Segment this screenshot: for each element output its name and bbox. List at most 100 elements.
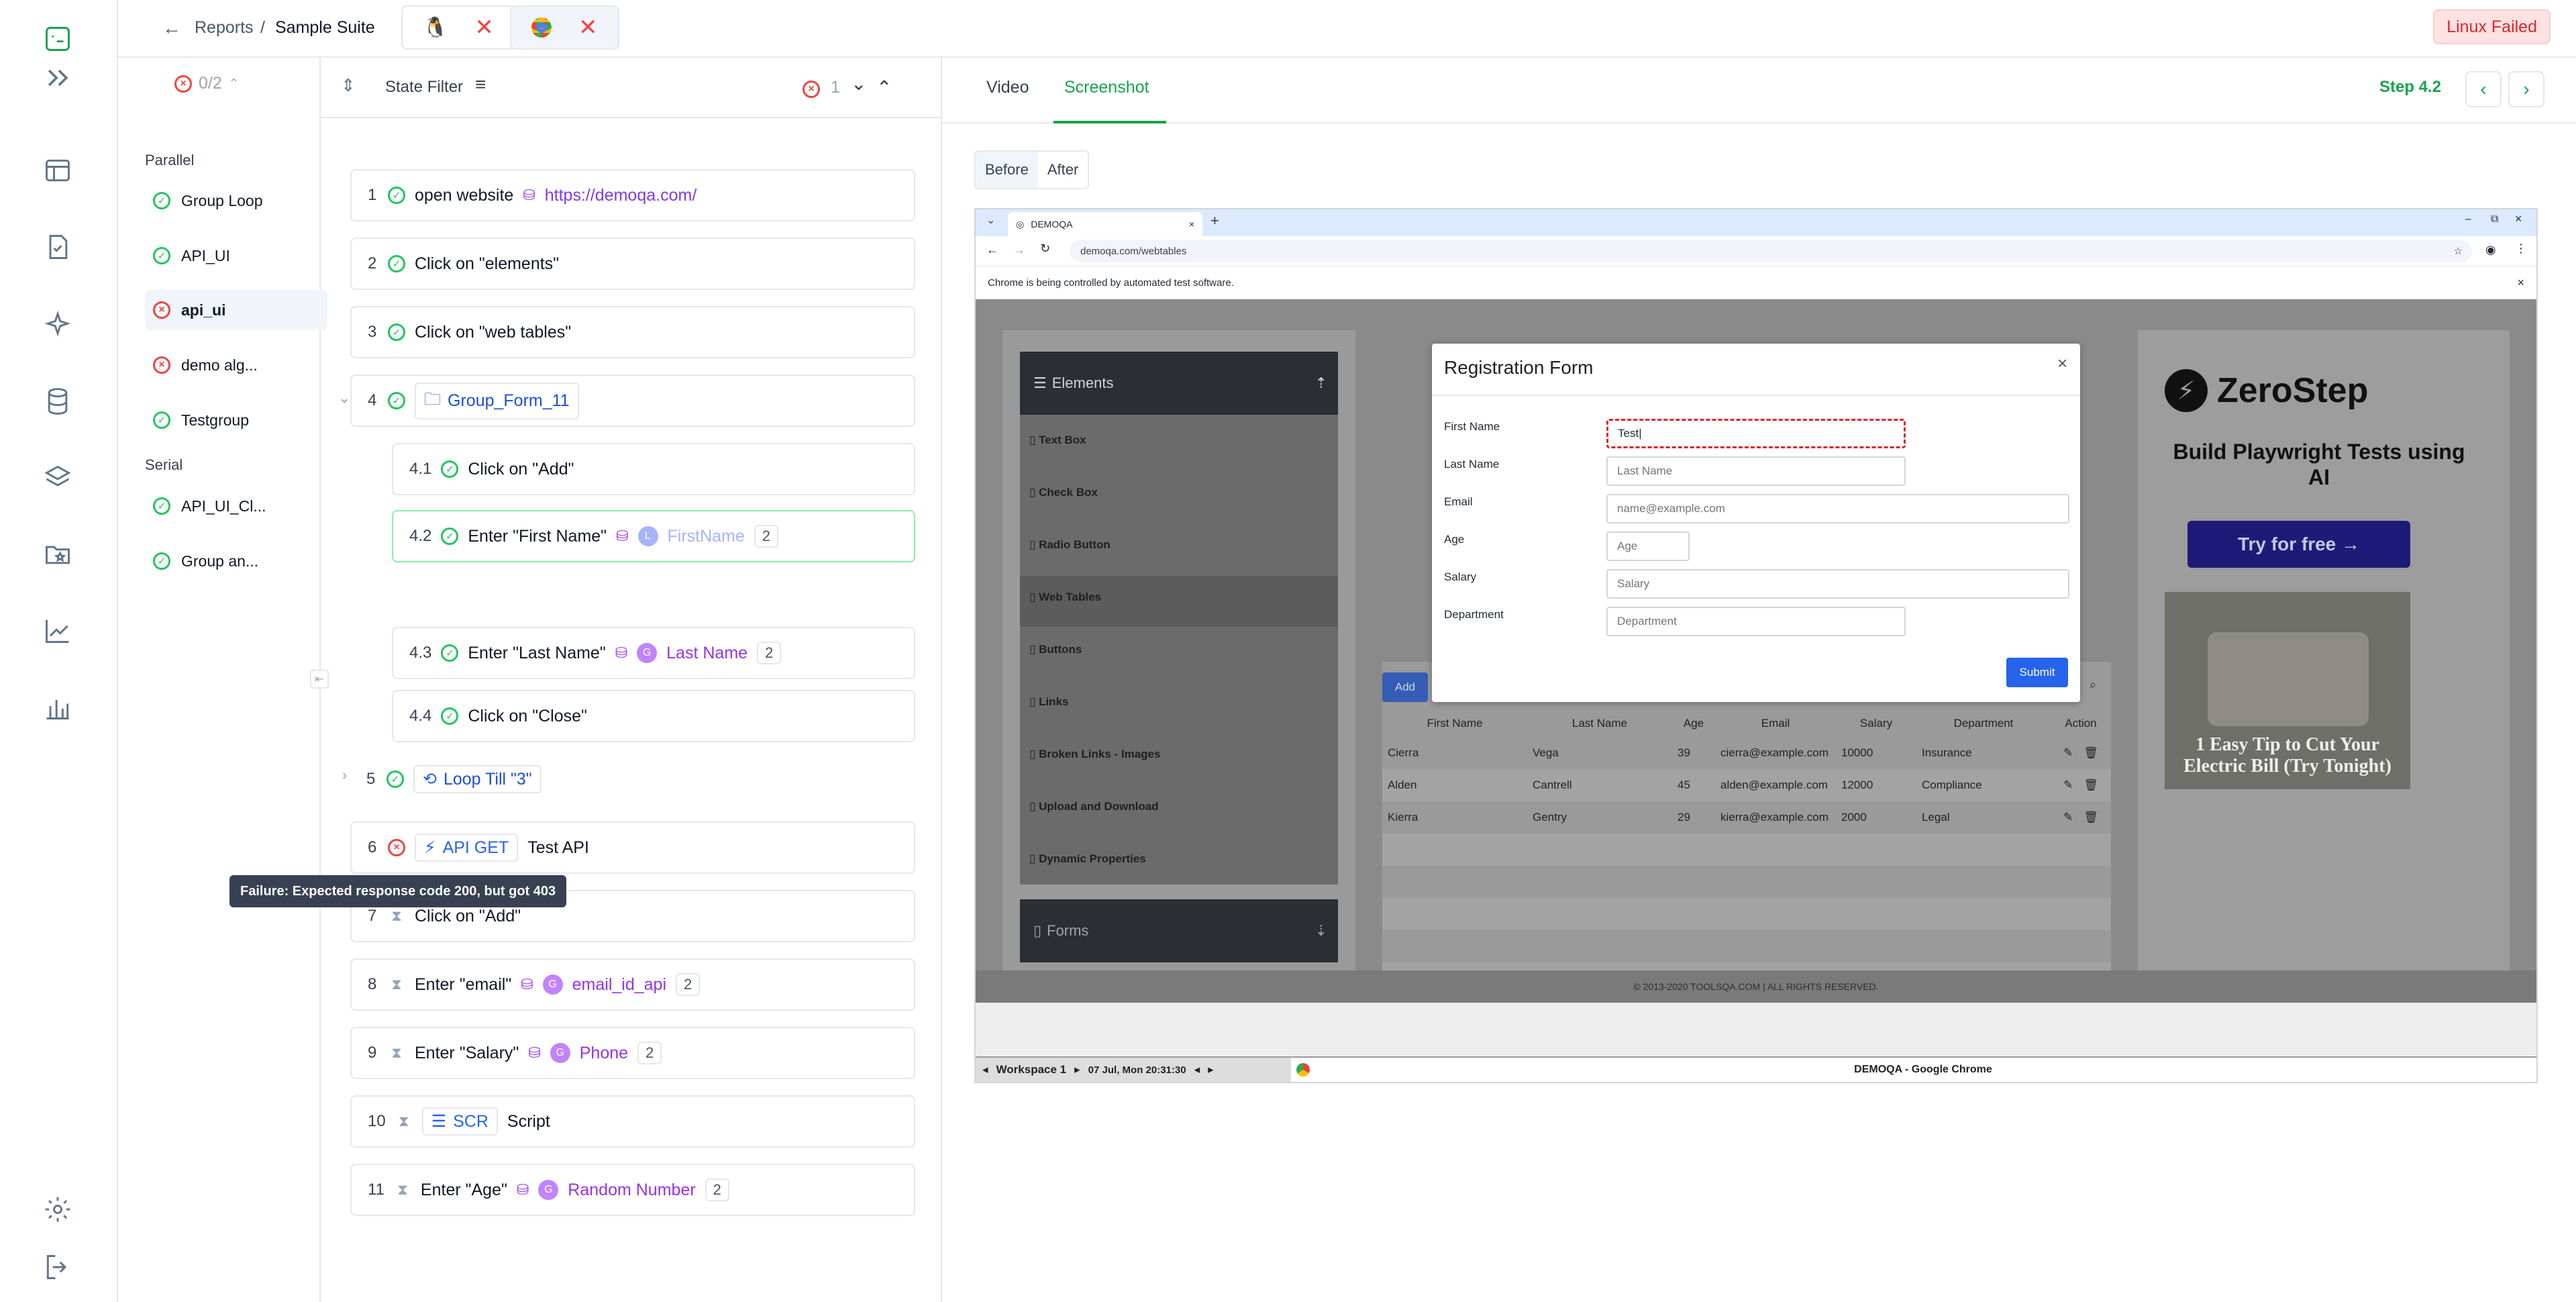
taskbar-next-icon[interactable]: ▸ xyxy=(1208,1063,1214,1076)
bar-chart-icon[interactable] xyxy=(39,689,76,726)
dashboard-icon[interactable] xyxy=(39,152,76,189)
elements-menu-header[interactable]: ☰ Elements ⇡ xyxy=(1020,352,1338,415)
prev-step-icon[interactable]: ‹ xyxy=(2465,71,2502,107)
workspace-prev-icon[interactable]: ◂ xyxy=(982,1063,988,1076)
first-name-input[interactable]: Test | xyxy=(1606,419,1906,448)
step-11[interactable]: 11 ⧗ Enter "Age" ⛁ G Random Number 2 xyxy=(350,1164,915,1216)
step-6-api[interactable]: 6 ⚡ API GET Test API xyxy=(350,821,915,874)
next-error-icon[interactable]: ⌄ xyxy=(851,72,866,95)
browser-forward-icon[interactable]: → xyxy=(1013,243,1025,257)
menu-broken-links[interactable]: ▯ Broken Links - Images xyxy=(1029,748,1160,761)
taskbar-window-title[interactable]: DEMOQA - Google Chrome xyxy=(1310,1064,2536,1076)
submit-button[interactable]: Submit xyxy=(2006,658,2068,687)
tab-close-icon[interactable]: × xyxy=(1189,219,1194,230)
browser-menu-icon[interactable]: ⋮ xyxy=(2515,242,2527,256)
ad-cta-button[interactable]: Try for free → xyxy=(2187,521,2410,568)
filter-icon[interactable]: ≡ xyxy=(475,74,486,95)
tab-screenshot[interactable]: Screenshot xyxy=(1064,78,1149,97)
step-4-2[interactable]: 4.2 Enter "First Name" ⛁ L FirstName 2 xyxy=(392,510,915,562)
next-step-icon[interactable]: › xyxy=(2508,71,2544,107)
edit-icon[interactable]: ✎ xyxy=(2063,779,2073,792)
suite-api-ui[interactable]: API_UI xyxy=(145,236,327,276)
workspace-next-icon[interactable]: ▸ xyxy=(1074,1063,1080,1076)
menu-buttons[interactable]: ▯ Buttons xyxy=(1029,643,1082,656)
run-tab-linux[interactable]: 🐧 ✕ xyxy=(401,5,515,50)
group-collapse-chevron-icon[interactable]: ⌄ xyxy=(338,389,350,407)
ai-sparkle-icon[interactable] xyxy=(39,306,76,344)
before-button[interactable]: Before xyxy=(976,152,1038,188)
menu-dynamic-properties[interactable]: ▯ Dynamic Properties xyxy=(1029,852,1146,866)
prev-error-icon[interactable]: ⌃ xyxy=(876,77,892,99)
after-button[interactable]: After xyxy=(1038,152,1088,188)
layers-icon[interactable] xyxy=(39,459,76,497)
minimize-icon[interactable]: – xyxy=(2465,213,2471,226)
ad-banner[interactable]: ⚡ ZeroStep Build Playwright Tests using … xyxy=(2138,330,2510,995)
step-4-group[interactable]: 4 🗀 Group_Form_11 xyxy=(350,374,915,427)
forms-menu-header[interactable]: ▯ Forms ⇣ xyxy=(1020,899,1338,962)
address-bar[interactable]: demoqa.com/webtables ☆ xyxy=(1070,240,2472,262)
restore-icon[interactable]: ⧉ xyxy=(2491,213,2498,226)
collapse-elements-icon[interactable]: ⇡ xyxy=(1315,374,1327,392)
suite-demo-alg[interactable]: demo alg... xyxy=(145,345,327,385)
browser-tab[interactable]: ◎ DEMOQA × xyxy=(1008,212,1202,236)
step-8[interactable]: 8 ⧗ Enter "email" ⛁ G email_id_api 2 xyxy=(350,958,915,1011)
department-input[interactable] xyxy=(1606,607,1906,636)
trend-chart-icon[interactable] xyxy=(39,612,76,650)
suite-testgroup[interactable]: Testgroup xyxy=(145,400,327,440)
breadcrumb-root[interactable]: Reports xyxy=(195,18,254,38)
reload-icon[interactable]: ↻ xyxy=(1040,242,1050,256)
run-tab-chrome[interactable]: ✕ xyxy=(510,5,619,50)
last-name-input[interactable] xyxy=(1606,456,1906,486)
menu-links[interactable]: ▯ Links xyxy=(1029,695,1068,709)
database-icon[interactable] xyxy=(39,383,76,420)
step-10[interactable]: 10 ⧗ ☰ SCR Script xyxy=(350,1095,915,1148)
starred-folder-icon[interactable] xyxy=(39,536,76,573)
new-tab-icon[interactable]: + xyxy=(1210,212,1219,230)
edit-icon[interactable]: ✎ xyxy=(2063,746,2073,760)
suite-api-ui-cl[interactable]: API_UI_Cl... xyxy=(145,486,327,526)
back-arrow-icon[interactable]: ← xyxy=(162,17,181,39)
expand-icon[interactable] xyxy=(39,59,76,97)
tab-video[interactable]: Video xyxy=(986,78,1029,97)
menu-check-box[interactable]: ▯ Check Box xyxy=(1029,486,1098,499)
menu-upload-download[interactable]: ▯ Upload and Download xyxy=(1029,800,1159,813)
step-4-1[interactable]: 4.1 Click on "Add" xyxy=(392,443,915,495)
app-logo-icon[interactable] xyxy=(39,20,76,58)
table-search-icon[interactable]: ⌕ xyxy=(2090,678,2096,692)
test-cases-icon[interactable] xyxy=(39,228,76,266)
tab-list-icon[interactable]: ⌄ xyxy=(986,213,995,227)
profile-icon[interactable]: ◉ xyxy=(2485,243,2496,257)
age-input[interactable] xyxy=(1606,532,1690,561)
step-4-3[interactable]: 4.3 Enter "Last Name" ⛁ G Last Name 2 xyxy=(392,627,915,679)
modal-close-icon[interactable]: × xyxy=(2057,353,2067,374)
workspace-switcher[interactable]: ◂ Workspace 1 ▸ 07 Jul, Mon 20:31:30 ◂ ▸ xyxy=(976,1058,1291,1082)
suite-group-loop[interactable]: Group Loop xyxy=(145,181,327,221)
edit-icon[interactable]: ✎ xyxy=(2063,811,2073,824)
step-url-link[interactable]: https://demoqa.com/ xyxy=(545,186,697,205)
expand-forms-icon[interactable]: ⇣ xyxy=(1315,922,1327,940)
step-9[interactable]: 9 ⧗ Enter "Salary" ⛁ G Phone 2 xyxy=(350,1027,915,1079)
step-2[interactable]: 2 Click on "elements" xyxy=(350,238,915,290)
state-filter-label[interactable]: State Filter xyxy=(385,78,463,97)
delete-icon[interactable]: 🗑 xyxy=(2083,779,2098,792)
step-3[interactable]: 3 Click on "web tables" xyxy=(350,306,915,358)
logout-icon[interactable] xyxy=(39,1248,76,1286)
browser-back-icon[interactable]: ← xyxy=(986,243,998,257)
loop-expand-chevron-icon[interactable]: › xyxy=(342,766,347,784)
menu-radio-button[interactable]: ▯ Radio Button xyxy=(1029,538,1111,552)
taskbar-prev-icon[interactable]: ◂ xyxy=(1194,1063,1200,1076)
suite-api-ui-lower[interactable]: api_ui xyxy=(145,290,327,330)
menu-web-tables[interactable]: ▯ Web Tables xyxy=(1029,591,1101,604)
collapse-all-icon[interactable]: ⇕ xyxy=(341,75,356,96)
panel-collapse-icon[interactable]: ⇤ xyxy=(310,670,329,689)
window-close-icon[interactable]: × xyxy=(2515,212,2522,226)
email-input[interactable] xyxy=(1606,494,2069,523)
add-record-button[interactable]: Add xyxy=(1382,672,1428,702)
step-4-4[interactable]: 4.4 Click on "Close" xyxy=(392,690,915,742)
suite-counter[interactable]: 0/2 ⌃ xyxy=(174,74,239,93)
delete-icon[interactable]: 🗑 xyxy=(2083,746,2098,760)
menu-text-box[interactable]: ▯ Text Box xyxy=(1029,434,1086,447)
infobar-close-icon[interactable]: × xyxy=(2517,276,2524,290)
salary-input[interactable] xyxy=(1606,569,2069,599)
settings-gear-icon[interactable] xyxy=(39,1191,76,1228)
